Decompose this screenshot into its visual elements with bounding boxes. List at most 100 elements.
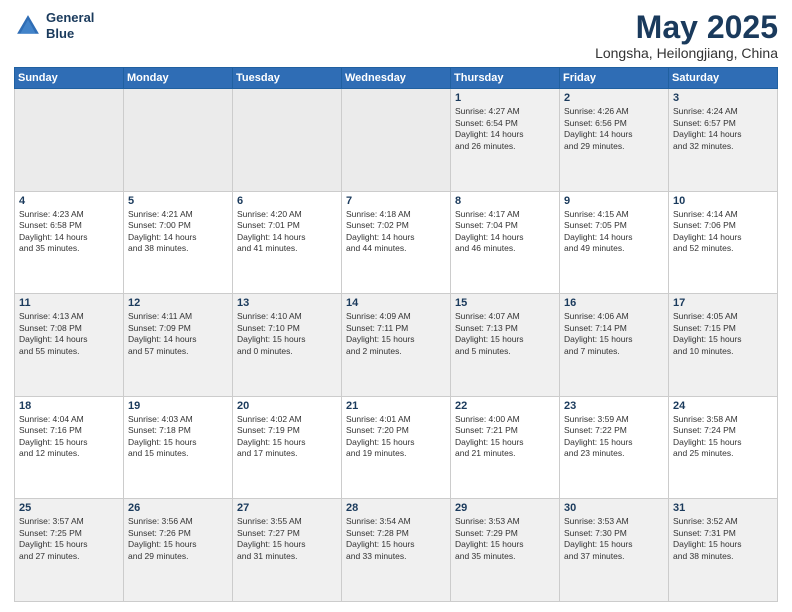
logo: General Blue [14,10,94,41]
logo-text: General Blue [46,10,94,41]
day-number: 30 [564,502,664,514]
day-number: 1 [455,92,555,104]
calendar-cell: 5 Sunrise: 4:21 AM Sunset: 7:00 PM Daylig… [124,191,233,294]
calendar-cell: 26 Sunrise: 3:56 AM Sunset: 7:26 PM Dayli… [124,499,233,602]
calendar-cell [233,89,342,192]
calendar-cell [342,89,451,192]
calendar-week-row: 25 Sunrise: 3:57 AM Sunset: 7:25 PM Dayli… [15,499,778,602]
calendar-cell: 27 Sunrise: 3:55 AM Sunset: 7:27 PM Dayli… [233,499,342,602]
calendar-cell: 16Sunrise: 4:06 AM Sunset: 7:14 PM Dayli… [560,294,669,397]
calendar-cell [15,89,124,192]
day-info: Sunrise: 4:10 AM Sunset: 7:10 PM Dayligh… [237,311,337,357]
day-info: Sunrise: 4:05 AM Sunset: 7:15 PM Dayligh… [673,311,773,357]
calendar-cell: 14 Sunrise: 4:09 AM Sunset: 7:11 PM Dayli… [342,294,451,397]
page: General Blue May 2025 Longsha, Heilongji… [0,0,792,612]
calendar-cell: 1 Sunrise: 4:27 AM Sunset: 6:54 PM Daylig… [451,89,560,192]
calendar-cell: 17 Sunrise: 4:05 AM Sunset: 7:15 PM Dayli… [669,294,778,397]
calendar-cell: 22Sunrise: 4:00 AM Sunset: 7:21 PM Dayli… [451,396,560,499]
weekday-header-cell: Sunday [15,68,124,89]
day-number: 3 [673,92,773,104]
day-info: Sunrise: 4:00 AM Sunset: 7:21 PM Dayligh… [455,414,555,460]
day-number: 16 [564,297,664,309]
calendar-cell: 10 Sunrise: 4:14 AM Sunset: 7:06 PM Dayli… [669,191,778,294]
calendar-cell: 6 Sunrise: 4:20 AM Sunset: 7:01 PM Daylig… [233,191,342,294]
day-info: Sunrise: 4:21 AM Sunset: 7:00 PM Dayligh… [128,209,228,255]
day-info: Sunrise: 4:27 AM Sunset: 6:54 PM Dayligh… [455,106,555,152]
day-info: Sunrise: 4:23 AM Sunset: 6:58 PM Dayligh… [19,209,119,255]
calendar-cell: 25 Sunrise: 3:57 AM Sunset: 7:25 PM Dayli… [15,499,124,602]
weekday-header-row: SundayMondayTuesdayWednesdayThursdayFrid… [15,68,778,89]
weekday-header-cell: Friday [560,68,669,89]
day-number: 5 [128,195,228,207]
day-number: 18 [19,400,119,412]
day-number: 8 [455,195,555,207]
day-info: Sunrise: 3:56 AM Sunset: 7:26 PM Dayligh… [128,516,228,562]
day-info: Sunrise: 3:55 AM Sunset: 7:27 PM Dayligh… [237,516,337,562]
title-block: May 2025 Longsha, Heilongjiang, China [595,10,778,61]
day-number: 13 [237,297,337,309]
calendar-cell: 13 Sunrise: 4:10 AM Sunset: 7:10 PM Dayli… [233,294,342,397]
month-title: May 2025 [595,10,778,45]
calendar-cell: 9Sunrise: 4:15 AM Sunset: 7:05 PM Daylig… [560,191,669,294]
day-info: Sunrise: 4:11 AM Sunset: 7:09 PM Dayligh… [128,311,228,357]
day-info: Sunrise: 4:13 AM Sunset: 7:08 PM Dayligh… [19,311,119,357]
calendar-cell: 31Sunrise: 3:52 AM Sunset: 7:31 PM Dayli… [669,499,778,602]
calendar-cell: 12 Sunrise: 4:11 AM Sunset: 7:09 PM Dayli… [124,294,233,397]
calendar-cell: 8 Sunrise: 4:17 AM Sunset: 7:04 PM Daylig… [451,191,560,294]
day-number: 24 [673,400,773,412]
weekday-header-cell: Saturday [669,68,778,89]
calendar-cell: 28Sunrise: 3:54 AM Sunset: 7:28 PM Dayli… [342,499,451,602]
day-info: Sunrise: 4:24 AM Sunset: 6:57 PM Dayligh… [673,106,773,152]
calendar-cell: 7Sunrise: 4:18 AM Sunset: 7:02 PM Daylig… [342,191,451,294]
day-number: 20 [237,400,337,412]
logo-icon [14,12,42,40]
day-number: 2 [564,92,664,104]
calendar-cell: 2Sunrise: 4:26 AM Sunset: 6:56 PM Daylig… [560,89,669,192]
day-number: 6 [237,195,337,207]
calendar-cell: 20Sunrise: 4:02 AM Sunset: 7:19 PM Dayli… [233,396,342,499]
day-number: 17 [673,297,773,309]
day-info: Sunrise: 4:03 AM Sunset: 7:18 PM Dayligh… [128,414,228,460]
day-number: 23 [564,400,664,412]
calendar-table: SundayMondayTuesdayWednesdayThursdayFrid… [14,67,778,602]
day-info: Sunrise: 3:57 AM Sunset: 7:25 PM Dayligh… [19,516,119,562]
logo-line2: Blue [46,26,94,42]
day-info: Sunrise: 3:59 AM Sunset: 7:22 PM Dayligh… [564,414,664,460]
calendar-week-row: 11 Sunrise: 4:13 AM Sunset: 7:08 PM Dayli… [15,294,778,397]
weekday-header-cell: Tuesday [233,68,342,89]
day-info: Sunrise: 4:15 AM Sunset: 7:05 PM Dayligh… [564,209,664,255]
calendar-cell: 19Sunrise: 4:03 AM Sunset: 7:18 PM Dayli… [124,396,233,499]
day-number: 4 [19,195,119,207]
day-number: 15 [455,297,555,309]
weekday-header-cell: Thursday [451,68,560,89]
day-number: 26 [128,502,228,514]
logo-line1: General [46,10,94,26]
calendar-cell: 29Sunrise: 3:53 AM Sunset: 7:29 PM Dayli… [451,499,560,602]
calendar-week-row: 1 Sunrise: 4:27 AM Sunset: 6:54 PM Daylig… [15,89,778,192]
weekday-header-cell: Wednesday [342,68,451,89]
day-info: Sunrise: 4:14 AM Sunset: 7:06 PM Dayligh… [673,209,773,255]
calendar-cell: 4 Sunrise: 4:23 AM Sunset: 6:58 PM Daylig… [15,191,124,294]
day-number: 25 [19,502,119,514]
day-info: Sunrise: 4:17 AM Sunset: 7:04 PM Dayligh… [455,209,555,255]
day-number: 29 [455,502,555,514]
calendar-cell: 30 Sunrise: 3:53 AM Sunset: 7:30 PM Dayli… [560,499,669,602]
day-number: 11 [19,297,119,309]
day-number: 14 [346,297,446,309]
day-info: Sunrise: 4:09 AM Sunset: 7:11 PM Dayligh… [346,311,446,357]
day-number: 12 [128,297,228,309]
day-info: Sunrise: 4:20 AM Sunset: 7:01 PM Dayligh… [237,209,337,255]
calendar-cell: 18Sunrise: 4:04 AM Sunset: 7:16 PM Dayli… [15,396,124,499]
day-info: Sunrise: 3:58 AM Sunset: 7:24 PM Dayligh… [673,414,773,460]
day-number: 31 [673,502,773,514]
header: General Blue May 2025 Longsha, Heilongji… [14,10,778,61]
location: Longsha, Heilongjiang, China [595,45,778,61]
day-number: 10 [673,195,773,207]
day-info: Sunrise: 4:01 AM Sunset: 7:20 PM Dayligh… [346,414,446,460]
day-number: 27 [237,502,337,514]
day-info: Sunrise: 3:54 AM Sunset: 7:28 PM Dayligh… [346,516,446,562]
calendar-week-row: 4 Sunrise: 4:23 AM Sunset: 6:58 PM Daylig… [15,191,778,294]
day-number: 7 [346,195,446,207]
day-info: Sunrise: 4:07 AM Sunset: 7:13 PM Dayligh… [455,311,555,357]
day-info: Sunrise: 3:53 AM Sunset: 7:30 PM Dayligh… [564,516,664,562]
